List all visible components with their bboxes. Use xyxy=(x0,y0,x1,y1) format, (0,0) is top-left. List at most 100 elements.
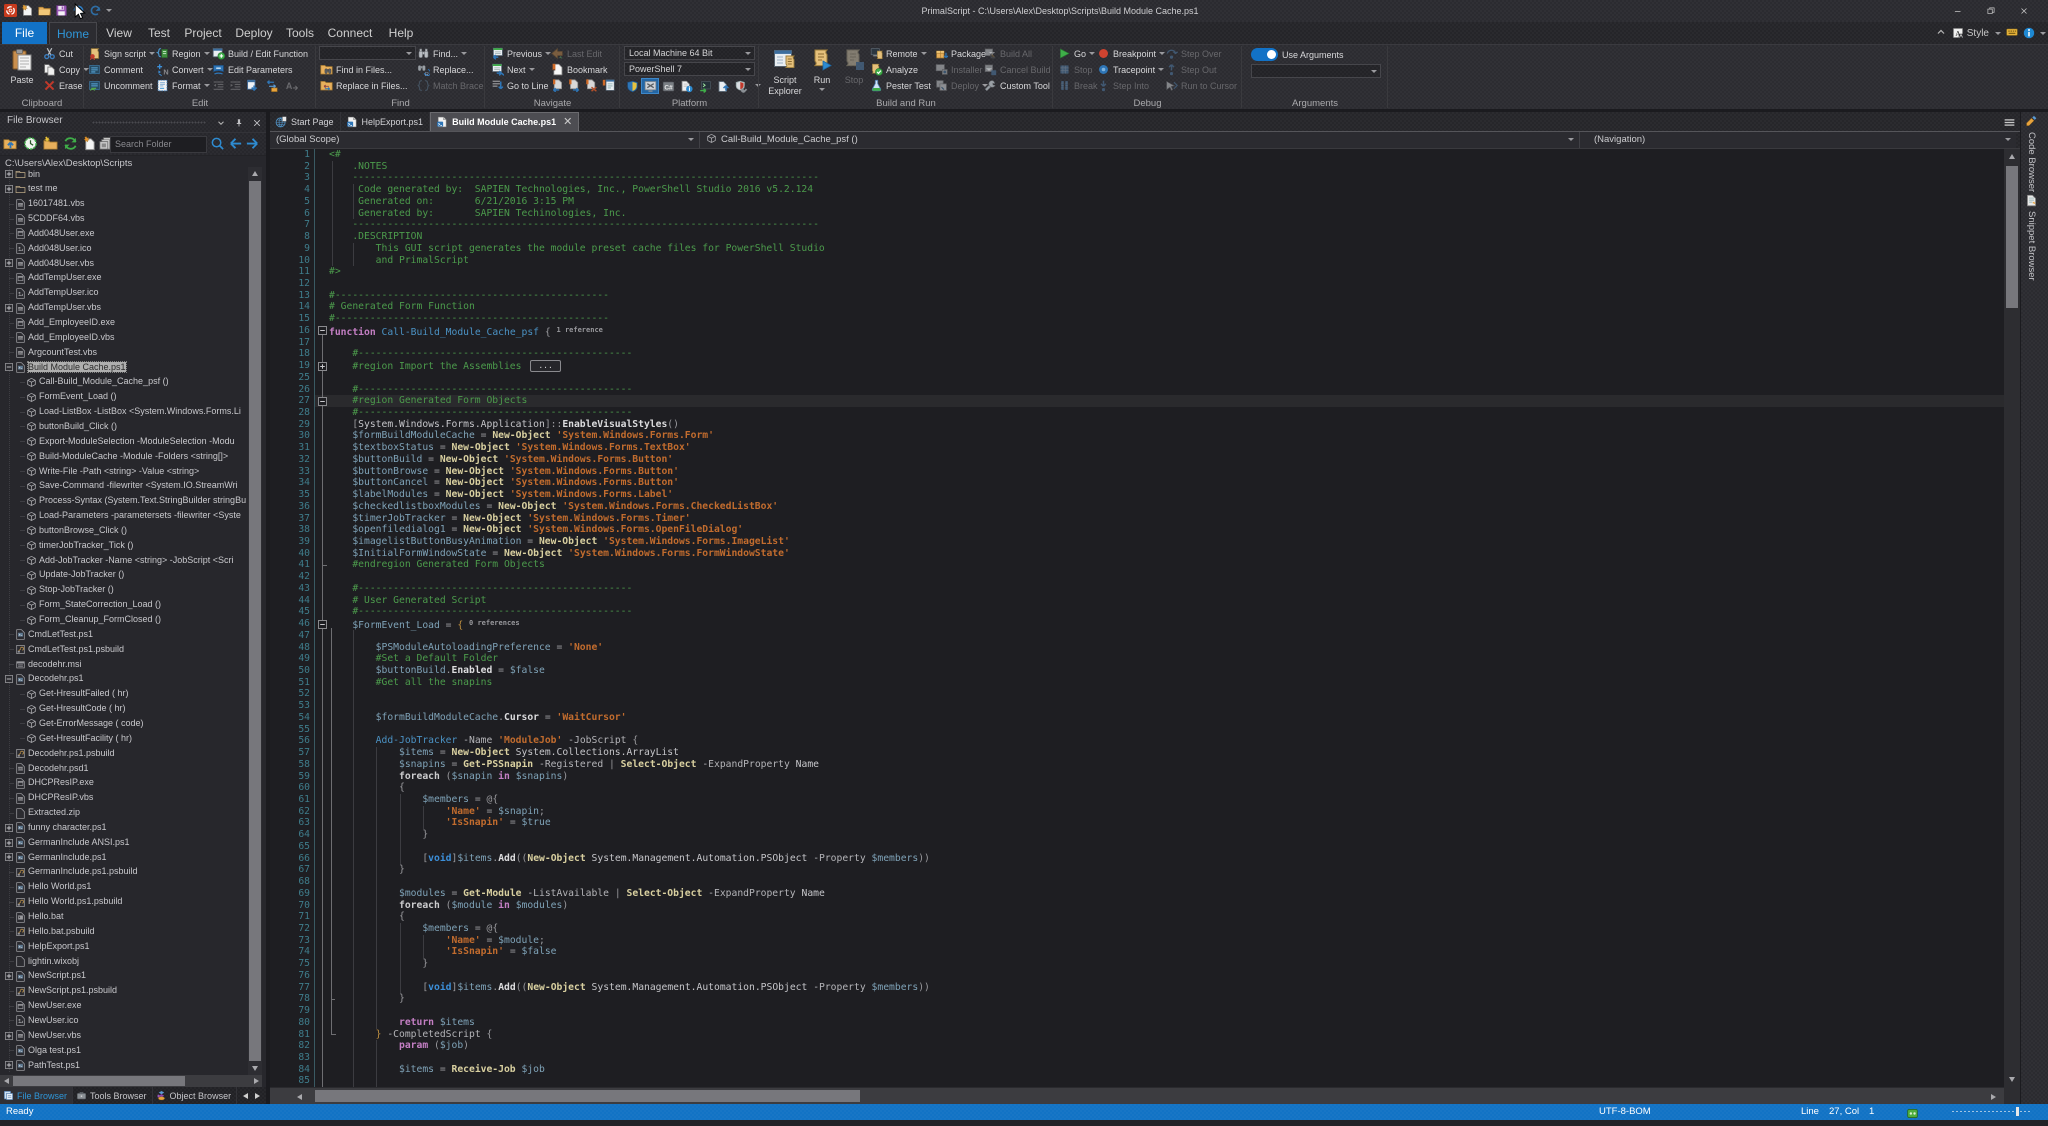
tree-item[interactable]: Add_EmployeeID.exe xyxy=(0,316,248,331)
editor-scroll-right-button[interactable] xyxy=(1987,1090,2000,1103)
tree-vscrollbar[interactable] xyxy=(248,167,262,1075)
panel-grip[interactable] xyxy=(92,121,206,124)
tree-item[interactable]: Extracted.zip xyxy=(0,806,248,821)
bookmark-next-button[interactable] xyxy=(568,78,584,93)
platform-combo[interactable]: Local Machine 64 Bit xyxy=(624,46,755,60)
ribbon-button-find-in-files[interactable]: Find in Files... xyxy=(320,62,392,77)
new-folder-button[interactable] xyxy=(43,136,60,153)
navigation-combo[interactable]: (Navigation) xyxy=(1580,132,2016,148)
menu-tab[interactable]: Test xyxy=(141,22,177,44)
editor-hscrollbar-thumb[interactable] xyxy=(315,1090,860,1102)
tree-item[interactable]: vbs Add_EmployeeID.vbs xyxy=(0,330,248,345)
tree-item[interactable]: AddTempUser.exe xyxy=(0,271,248,286)
tree-item[interactable]: Update-JobTracker () xyxy=(0,568,248,583)
run-console-button[interactable] xyxy=(696,78,714,94)
panel-close-button[interactable] xyxy=(252,115,262,133)
tree-item[interactable]: Get-HresultFailed ( hr) xyxy=(0,687,248,702)
tree-item[interactable]: Decodehr.ps1 xyxy=(0,672,248,687)
bookmark-prev-button[interactable] xyxy=(551,78,567,93)
ribbon-button-comment[interactable]: Comment xyxy=(88,62,143,77)
zoom-slider[interactable] xyxy=(1952,1107,2032,1116)
tree-item[interactable]: Stop-JobTracker () xyxy=(0,583,248,598)
panel-tab-object-browser[interactable]: Object Browser xyxy=(153,1087,238,1104)
ribbon-button-pester-test[interactable]: Pester Test xyxy=(870,78,931,93)
ribbon-collapse-chevron-icon[interactable] xyxy=(1935,26,1947,41)
ribbon-button-script-explorer[interactable]: Script Explorer xyxy=(764,46,806,104)
help-info-button[interactable] xyxy=(2023,27,2046,39)
tree-expander[interactable] xyxy=(5,170,13,179)
tree-scroll-down-button[interactable] xyxy=(248,1062,262,1075)
tree-item[interactable]: Hello World.ps1 xyxy=(0,880,248,895)
tree-item[interactable]: Decodehr.ps1.psbuild xyxy=(0,746,248,761)
ribbon-button-last-edit[interactable]: Last Edit xyxy=(551,46,602,61)
menu-tab[interactable]: Deploy xyxy=(229,22,279,44)
app-logo-button[interactable] xyxy=(3,2,17,18)
editor-scroll-up-button[interactable] xyxy=(2004,150,2020,163)
tree-item[interactable]: Build Module Cache.ps1 xyxy=(0,360,248,375)
forward-button[interactable] xyxy=(245,136,262,153)
find-combo[interactable] xyxy=(319,46,416,60)
ribbon-icon-button[interactable] xyxy=(229,78,245,93)
ribbon-button-step-over[interactable]: Step Over xyxy=(1165,46,1222,61)
parent-folder-button[interactable] xyxy=(3,136,20,153)
ribbon-button-bookmark[interactable]: Bookmark xyxy=(551,62,608,77)
tree-item[interactable]: vbs NewUser.vbs xyxy=(0,1028,248,1043)
ribbon-button-cut[interactable]: Cut xyxy=(43,46,73,61)
tree-item[interactable]: FormEvent_Load () xyxy=(0,390,248,405)
search-button[interactable] xyxy=(210,136,227,153)
scope-combo[interactable]: (Global Scope) xyxy=(270,132,700,148)
tree-item[interactable]: timerJobTracker_Tick () xyxy=(0,538,248,553)
panel-menu-arrow[interactable] xyxy=(216,115,226,133)
panel-pin-button[interactable] xyxy=(234,115,244,133)
tree-expander[interactable] xyxy=(5,1061,13,1070)
ribbon-button-region[interactable]: Region xyxy=(156,46,210,61)
editor-tab[interactable]: Start Page xyxy=(270,112,341,131)
arguments-combo[interactable] xyxy=(1251,64,1381,78)
menu-tab[interactable]: View xyxy=(99,22,139,44)
ribbon-button-breakpoint[interactable]: Breakpoint xyxy=(1097,46,1166,61)
tree-item[interactable]: Get-HresultFacility ( hr) xyxy=(0,731,248,746)
tree-scroll-up-button[interactable] xyxy=(248,167,262,180)
tree-hscrollbar[interactable] xyxy=(0,1075,262,1087)
ribbon-button-go-to-line[interactable]: Go to Line xyxy=(491,78,549,93)
editor-vscrollbar-thumb[interactable] xyxy=(2006,166,2018,308)
ribbon-button-replace[interactable]: R Replace... xyxy=(417,62,474,77)
tree-expander[interactable] xyxy=(5,838,13,847)
tree-item[interactable]: GermanInclude ANSI.ps1 xyxy=(0,835,248,850)
tree-item[interactable]: Call-Build_Module_Cache_psf () xyxy=(0,375,248,390)
ribbon-button-uncomment[interactable]: Uncomment xyxy=(88,78,153,93)
tree-item[interactable]: Add048User.ico xyxy=(0,241,248,256)
tree-item[interactable]: Get-HresultCode ( hr) xyxy=(0,702,248,717)
ribbon-button-convert[interactable]: N Convert xyxy=(156,62,213,77)
editor-vscrollbar[interactable] xyxy=(2004,149,2020,1104)
tree-expander[interactable] xyxy=(5,363,13,372)
tree-item[interactable]: GermanInclude.ps1 xyxy=(0,850,248,865)
tree-item[interactable]: buttonBrowse_Click () xyxy=(0,523,248,538)
shield-uac-button[interactable] xyxy=(623,78,641,94)
history-button[interactable] xyxy=(23,136,40,153)
ribbon-button-stop[interactable]: Stop xyxy=(1058,62,1093,77)
tree-item[interactable]: vbs Add048User.vbs xyxy=(0,256,248,271)
ribbon-button-match-brace[interactable]: Match Brace xyxy=(417,78,484,93)
tree-item[interactable]: NewUser.ico xyxy=(0,1013,248,1028)
tree-item[interactable]: CmdLetTest.ps1.psbuild xyxy=(0,642,248,657)
tree-item[interactable]: lightin.wixobj xyxy=(0,954,248,969)
refresh-button[interactable] xyxy=(63,136,80,153)
tree-item[interactable]: Get-ErrorMessage ( code) xyxy=(0,716,248,731)
fold-marker[interactable] xyxy=(317,361,327,371)
bookmark-clear-button[interactable] xyxy=(585,78,601,93)
ribbon-button-format[interactable]: Format xyxy=(156,78,210,93)
panel-tab-file-browser[interactable]: File Browser xyxy=(0,1087,74,1104)
tree-item[interactable]: vbs 16017481.vbs xyxy=(0,197,248,212)
remote-session-button[interactable] xyxy=(641,78,660,94)
tree-item[interactable]: HelpExport.ps1 xyxy=(0,939,248,954)
zoom-slider-thumb[interactable] xyxy=(2016,1107,2019,1116)
function-combo[interactable]: Call-Build_Module_Cache_psf () xyxy=(700,132,1580,148)
tree-item[interactable]: Write-File -Path <string> -Value <string… xyxy=(0,464,248,479)
tree-vscrollbar-thumb[interactable] xyxy=(249,181,261,1061)
menu-tab[interactable]: Connect xyxy=(321,22,379,44)
open-folder-button[interactable] xyxy=(37,2,51,18)
tree-item[interactable]: psd Decodehr.psd1 xyxy=(0,761,248,776)
tree-item[interactable]: Olga test.ps1 xyxy=(0,1043,248,1058)
tree-expander[interactable] xyxy=(5,1031,13,1040)
